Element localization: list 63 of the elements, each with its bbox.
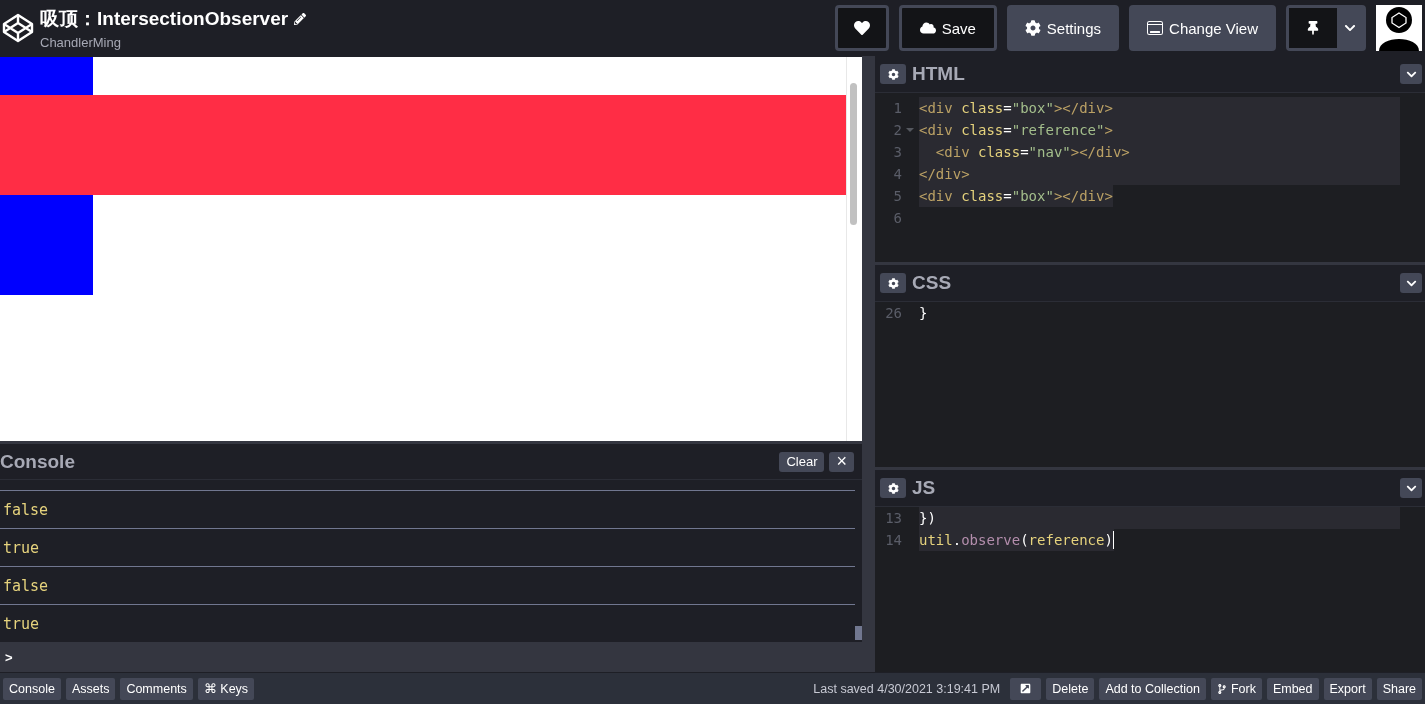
pen-title: 吸顶：IntersectionObserver bbox=[40, 7, 289, 31]
pencil-icon bbox=[294, 13, 307, 25]
editor-title: HTML bbox=[912, 63, 965, 85]
settings-button[interactable] bbox=[880, 273, 906, 293]
external-link-button[interactable] bbox=[1010, 677, 1042, 700]
gear-icon bbox=[887, 68, 899, 80]
footer-button[interactable]: Share bbox=[1376, 677, 1422, 700]
collapse-button[interactable] bbox=[1400, 273, 1422, 293]
heart-icon bbox=[853, 20, 870, 36]
line-number: 5 bbox=[892, 188, 903, 204]
save-button[interactable]: Save bbox=[898, 5, 997, 51]
footer-tab[interactable]: Comments bbox=[120, 677, 193, 700]
collapse-button[interactable] bbox=[1400, 478, 1422, 498]
footer-tab[interactable]: Console bbox=[3, 677, 61, 700]
footer-button[interactable]: Embed bbox=[1266, 677, 1319, 700]
window-icon bbox=[1147, 20, 1164, 36]
code-line: } bbox=[919, 304, 928, 323]
gear-icon bbox=[887, 482, 899, 494]
line-number: 26 bbox=[884, 305, 903, 321]
settings-button[interactable]: Settings bbox=[1006, 5, 1120, 51]
cube-logo-icon[interactable] bbox=[2, 13, 34, 43]
clear-button[interactable]: Clear bbox=[779, 451, 825, 472]
line-number: 6 bbox=[892, 210, 903, 226]
editor-title: JS bbox=[912, 477, 936, 499]
console-output: true bbox=[3, 614, 40, 633]
pin-button[interactable] bbox=[1289, 8, 1337, 48]
footer-button[interactable]: Fork bbox=[1210, 677, 1262, 700]
chevron-down-icon bbox=[1344, 22, 1356, 34]
line-number: 4 bbox=[892, 166, 903, 182]
footer-button[interactable]: Export bbox=[1323, 677, 1372, 700]
editor-title: CSS bbox=[912, 272, 952, 294]
line-number: 3 bbox=[892, 144, 903, 160]
branch-icon bbox=[1216, 683, 1227, 694]
console-output: false bbox=[3, 576, 49, 595]
line-number: 13 bbox=[884, 510, 903, 526]
footer-tab[interactable]: Assets bbox=[65, 677, 116, 700]
line-number: 2 bbox=[875, 122, 919, 138]
footer-button[interactable]: Delete bbox=[1046, 677, 1095, 700]
line-number: 1 bbox=[892, 100, 903, 116]
pin-icon bbox=[1306, 21, 1320, 35]
close-button[interactable]: × bbox=[829, 451, 854, 472]
scrollbar-thumb[interactable] bbox=[855, 626, 862, 640]
line-number: 14 bbox=[884, 532, 903, 548]
settings-button[interactable] bbox=[880, 64, 906, 84]
collapse-button[interactable] bbox=[1400, 64, 1422, 84]
external-link-icon bbox=[1020, 683, 1032, 694]
last-saved-text: Last saved 4/30/2021 3:19:41 PM bbox=[813, 681, 1001, 696]
resize-handle[interactable] bbox=[862, 56, 875, 672]
gear-icon bbox=[1024, 20, 1041, 36]
footer-button[interactable]: Add to Collection bbox=[1099, 677, 1206, 700]
like-button[interactable] bbox=[834, 5, 889, 51]
author-name[interactable]: ChandlerMing bbox=[40, 35, 307, 50]
scrollbar-thumb[interactable] bbox=[850, 83, 857, 225]
console-input[interactable]: > bbox=[0, 642, 862, 672]
avatar[interactable] bbox=[1376, 5, 1422, 51]
console-output: true bbox=[3, 538, 40, 557]
settings-button[interactable] bbox=[880, 478, 906, 498]
change-view-button[interactable]: Change View bbox=[1129, 5, 1276, 51]
footer-tab[interactable]: ⌘ Keys bbox=[197, 677, 255, 700]
console-title: Console bbox=[0, 450, 75, 473]
console-output: false bbox=[3, 500, 49, 519]
cloud-icon bbox=[919, 20, 936, 36]
gear-icon bbox=[887, 277, 899, 289]
